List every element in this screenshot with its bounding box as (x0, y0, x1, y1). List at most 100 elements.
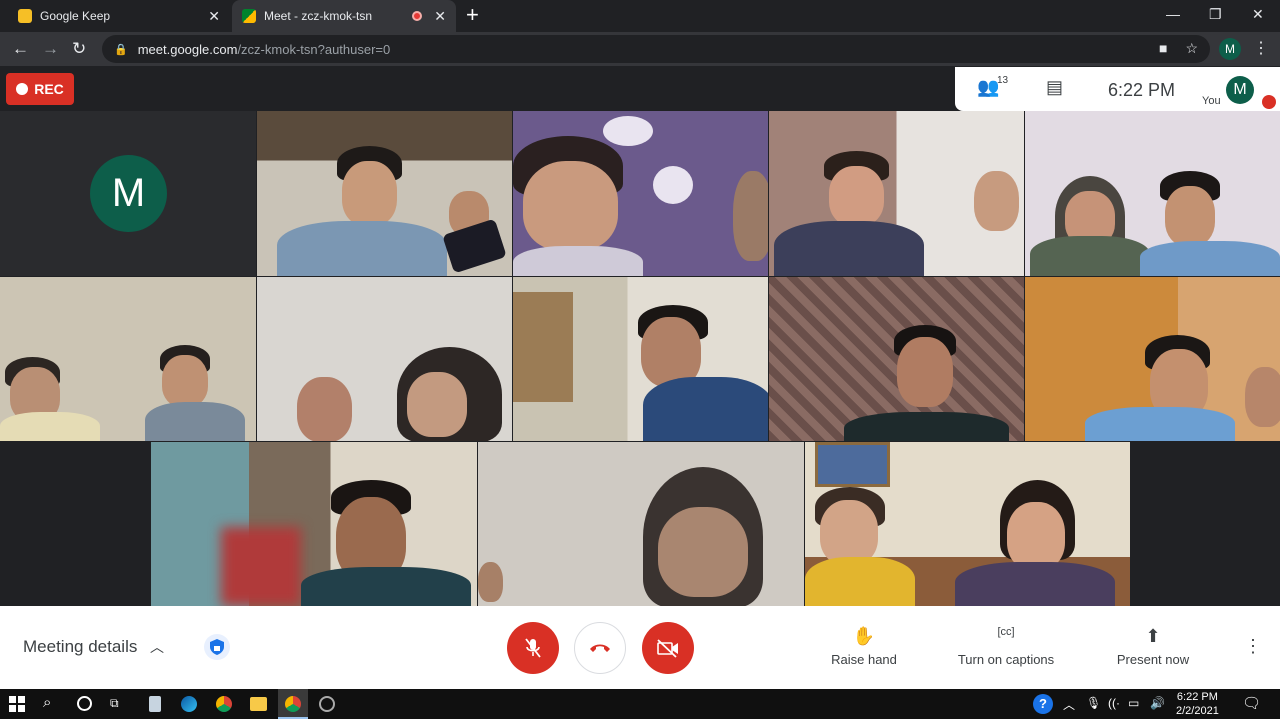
video-person (805, 557, 915, 606)
chat-icon[interactable]: ▤ (1046, 77, 1063, 98)
app-icon[interactable] (319, 696, 335, 712)
raise-hand-button[interactable]: ✋ Raise hand (830, 626, 898, 667)
video-person (643, 377, 768, 441)
video-person (955, 562, 1115, 606)
address-bar[interactable]: 🔒 meet.google.com /zcz-kmok-tsn?authuser… (102, 35, 1210, 63)
chrome-icon (285, 696, 301, 712)
participant-video-tile[interactable] (1025, 277, 1280, 441)
participant-video-tile[interactable] (805, 442, 1130, 606)
notifications-icon[interactable]: 🗨 (1242, 694, 1261, 712)
video-person (162, 355, 208, 407)
present-label: Present now (1116, 652, 1190, 667)
video-person (0, 412, 100, 441)
wall-flower (603, 116, 653, 146)
rec-label: REC (34, 81, 64, 97)
present-now-button[interactable]: ⬆ Present now (1116, 626, 1190, 667)
close-tab-icon[interactable]: ✕ (208, 8, 220, 25)
video-person (820, 500, 878, 565)
host-controls-shield-icon[interactable] (204, 634, 230, 660)
video-person (1085, 407, 1235, 441)
participant-video-tile[interactable] (478, 442, 804, 606)
minimize-window-button[interactable]: — (1166, 6, 1180, 22)
leave-call-button[interactable] (574, 622, 626, 674)
wall-flower (653, 166, 693, 204)
windows-taskbar: ⌕ ⧉ ? ︿ 🎙 ((· ▭ 🔊 6:22 PM 2/2/2021 🗨 (0, 689, 1280, 719)
calculator-icon[interactable] (149, 696, 161, 712)
chrome-icon[interactable] (216, 696, 232, 712)
volume-icon[interactable]: 🔊 (1150, 696, 1165, 710)
chevron-up-icon[interactable]: ︿ (150, 637, 164, 657)
maximize-window-button[interactable]: ❐ (1209, 6, 1222, 23)
video-person (658, 507, 748, 597)
help-icon[interactable]: ? (1033, 694, 1053, 714)
battery-icon[interactable]: ▭ (1128, 696, 1139, 710)
recording-badge: REC (6, 73, 74, 105)
cortana-icon[interactable] (77, 696, 92, 711)
video-person (145, 402, 245, 441)
self-muted-icon (1262, 95, 1276, 109)
chrome-menu-icon[interactable]: ⋮ (1253, 38, 1269, 58)
edge-icon[interactable] (181, 696, 197, 712)
microphone-icon[interactable]: 🎙 (1086, 696, 1101, 710)
meet-stage: REC 👥 13 ▤ 6:22 PM You M M (0, 66, 1280, 606)
participant-video-tile[interactable] (0, 277, 256, 441)
lock-icon: 🔒 (114, 43, 128, 56)
participant-video-tile[interactable] (769, 111, 1024, 276)
video-person (829, 166, 884, 226)
participant-video-tile[interactable] (769, 277, 1024, 441)
meet-top-right-panel: 👥 13 ▤ 6:22 PM You M (955, 67, 1280, 111)
participant-video-tile[interactable] (151, 442, 477, 606)
participant-count: 13 (997, 75, 1009, 86)
participant-avatar: M (90, 155, 167, 232)
windows-start-icon[interactable] (8, 695, 26, 713)
chrome-profile-avatar[interactable]: M (1219, 38, 1241, 60)
video-person (513, 246, 643, 276)
video-person (523, 161, 618, 251)
task-view-icon[interactable]: ⧉ (110, 696, 119, 711)
camera-icon[interactable]: ■ (1159, 40, 1167, 57)
browser-toolbar: ← → ↻ 🔒 meet.google.com /zcz-kmok-tsn?au… (0, 32, 1280, 66)
google-meet-icon (242, 9, 256, 23)
close-window-button[interactable]: ✕ (1252, 6, 1264, 23)
video-person (301, 567, 471, 606)
reload-icon[interactable]: ↻ (72, 39, 86, 59)
clock-time: 6:22 PM (1176, 691, 1218, 703)
participant-video-tile[interactable] (257, 277, 512, 441)
more-options-icon[interactable]: ⋮ (1244, 636, 1262, 657)
file-explorer-icon[interactable] (250, 697, 267, 711)
camera-off-button[interactable] (642, 622, 694, 674)
video-person (844, 412, 1009, 441)
participant-video-tile[interactable] (1025, 111, 1280, 276)
meet-control-bar: Meeting details ︿ ✋ Raise hand [cc] Turn… (0, 606, 1280, 689)
recording-indicator-icon (412, 11, 423, 21)
participant-video-tile[interactable] (513, 111, 768, 276)
search-icon[interactable]: ⌕ (43, 694, 51, 711)
new-tab-button[interactable]: + (466, 4, 479, 26)
present-screen-icon: ⬆ (1145, 626, 1161, 646)
participant-tile[interactable]: M (0, 111, 256, 276)
forward-arrow-icon[interactable]: → (42, 39, 59, 59)
video-person (297, 377, 352, 441)
system-clock[interactable]: 6:22 PM 2/2/2021 (1176, 690, 1219, 718)
bookmark-star-icon[interactable]: ☆ (1185, 40, 1198, 57)
meeting-details-button[interactable]: Meeting details (23, 637, 137, 657)
video-person (277, 221, 447, 276)
tab-meet[interactable]: Meet - zcz-kmok-tsn ✕ (232, 0, 456, 32)
chevron-up-icon[interactable]: ︿ (1063, 696, 1075, 713)
captions-button[interactable]: [cc] Turn on captions (955, 626, 1057, 667)
url-host: meet.google.com (137, 41, 238, 57)
wifi-icon[interactable]: ((· (1108, 696, 1120, 710)
video-person (1165, 186, 1215, 246)
active-chrome-window[interactable] (278, 689, 308, 719)
self-label: You (1202, 95, 1221, 107)
video-person (897, 337, 953, 407)
mic-off-button[interactable] (507, 622, 559, 674)
participant-video-tile[interactable] (513, 277, 768, 441)
video-person (1007, 502, 1065, 570)
close-tab-icon[interactable]: ✕ (434, 8, 446, 25)
wall-picture (815, 442, 890, 487)
participant-video-tile[interactable] (257, 111, 512, 276)
google-keep-icon (18, 9, 32, 23)
back-arrow-icon[interactable]: ← (12, 39, 29, 59)
tab-google-keep[interactable]: Google Keep ✕ (8, 0, 230, 32)
